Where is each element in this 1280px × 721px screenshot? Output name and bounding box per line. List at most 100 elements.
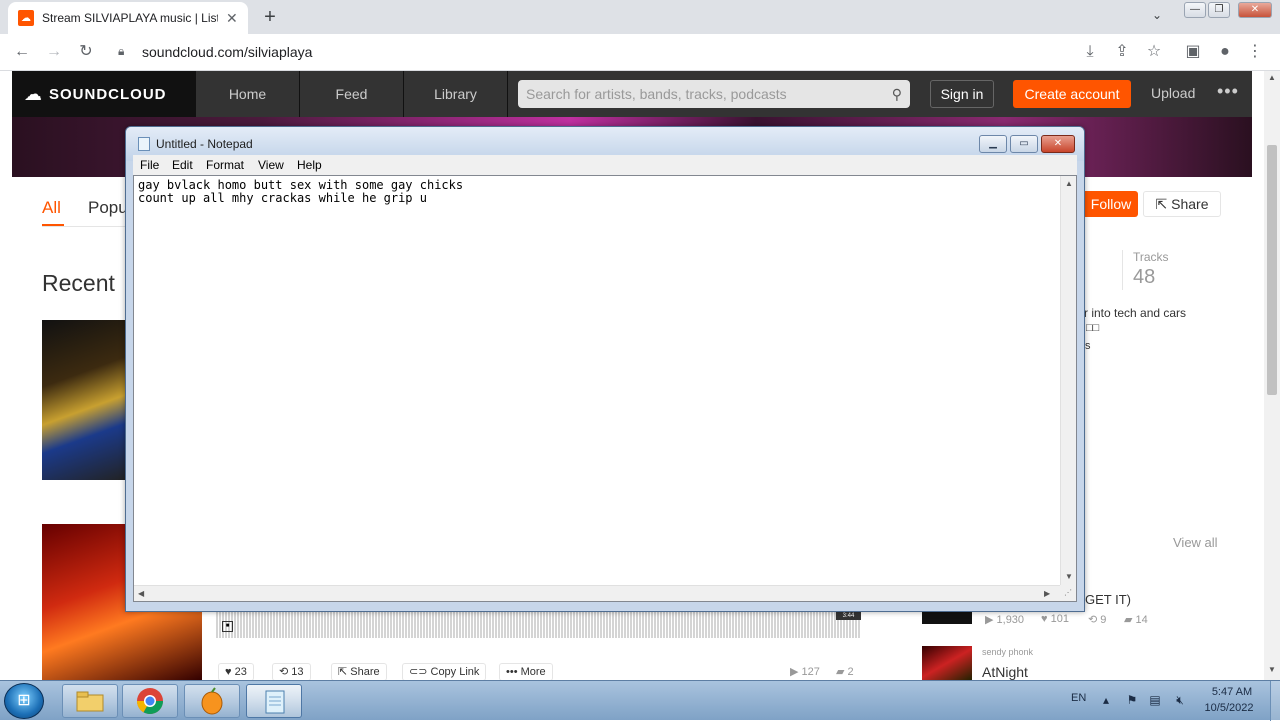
- side-track-comments: ▰ 14: [1124, 613, 1148, 626]
- side-track-title[interactable]: GET IT): [1085, 592, 1131, 607]
- show-desktop-button[interactable]: [1270, 681, 1280, 721]
- sidepanel-icon[interactable]: ▣: [1183, 42, 1203, 62]
- chrome-logo-icon: [136, 688, 164, 715]
- network-icon[interactable]: ▤: [1147, 692, 1163, 708]
- restore-button[interactable]: ❐: [1208, 2, 1230, 18]
- like-button[interactable]: ♥ 23: [218, 663, 254, 681]
- close-window-button[interactable]: ✕: [1238, 2, 1272, 18]
- start-button[interactable]: ⊞: [4, 683, 44, 719]
- fl-studio-icon[interactable]: [184, 684, 240, 718]
- nav-home[interactable]: Home: [196, 71, 300, 117]
- copy-link-button[interactable]: ⊂⊃ Copy Link: [402, 663, 487, 681]
- forward-icon[interactable]: →: [44, 42, 64, 62]
- lock-icon[interactable]: 🔒︎: [118, 44, 124, 59]
- menu-file[interactable]: File: [140, 158, 159, 172]
- side-track-reposts: ⟲ 9: [1088, 613, 1106, 626]
- tracks-count[interactable]: 48: [1133, 266, 1155, 289]
- repost-button[interactable]: ⟲ 13: [272, 663, 311, 681]
- tab-close-icon[interactable]: ✕: [226, 10, 238, 27]
- minimize-button[interactable]: —: [1184, 2, 1206, 18]
- action-center-icon[interactable]: ⚑: [1124, 692, 1140, 708]
- volume-muted-icon[interactable]: 🔇︎: [1172, 692, 1188, 708]
- nav-library[interactable]: Library: [404, 71, 508, 117]
- taskbar: ⊞ EN ▴ ⚑ ▤ 🔇︎ 5:47 AM 10/5/2022: [0, 680, 1280, 721]
- upload-link[interactable]: Upload: [1151, 85, 1195, 101]
- menu-icon[interactable]: ⋮: [1245, 42, 1265, 62]
- scroll-left-icon[interactable]: ◀: [138, 589, 144, 598]
- share-label: Share: [1171, 196, 1209, 212]
- more-button[interactable]: ••• More: [499, 663, 553, 681]
- vertical-scrollbar[interactable]: ▲ ▼: [1060, 176, 1076, 586]
- scrollbar-thumb[interactable]: [1267, 145, 1277, 395]
- tab-all[interactable]: All: [42, 198, 61, 218]
- clock-time[interactable]: 5:47 AM: [1200, 686, 1264, 698]
- text-content[interactable]: gay bvlack homo butt sex with some gay c…: [138, 179, 463, 205]
- search-icon[interactable]: ⚲: [892, 80, 902, 108]
- download-icon[interactable]: ⤓: [1080, 42, 1100, 62]
- star-icon[interactable]: ☆: [1144, 42, 1164, 62]
- language-indicator[interactable]: EN: [1071, 692, 1086, 704]
- tab-title: Stream SILVIAPLAYA music | Liste: [42, 11, 218, 25]
- nav-feed[interactable]: Feed: [300, 71, 404, 117]
- browser-tab[interactable]: ☁ Stream SILVIAPLAYA music | Liste ✕: [8, 2, 248, 34]
- notepad-window[interactable]: Untitled - Notepad ▁ ▭ ✕ File Edit Forma…: [125, 126, 1085, 612]
- share-button[interactable]: ⇱ Share: [1143, 191, 1221, 217]
- share-icon[interactable]: ⇪: [1112, 42, 1132, 62]
- view-all-link[interactable]: View all: [1173, 535, 1218, 550]
- tab-search-chevron-icon[interactable]: ⌄: [1152, 8, 1162, 22]
- heart-icon: ♥: [225, 666, 235, 678]
- sign-in-button[interactable]: Sign in: [930, 80, 994, 108]
- fruit-icon: [201, 687, 223, 715]
- waveform-play-icon[interactable]: ■: [222, 621, 233, 632]
- share-icon: ⇱: [338, 666, 351, 678]
- scroll-right-icon[interactable]: ▶: [1044, 589, 1050, 598]
- copy-link-label: Copy Link: [430, 666, 480, 678]
- follow-button[interactable]: Follow: [1084, 191, 1138, 217]
- text-area[interactable]: gay bvlack homo butt sex with some gay c…: [133, 175, 1077, 602]
- menu-edit[interactable]: Edit: [172, 158, 193, 172]
- horizontal-scrollbar[interactable]: ◀ ▶: [134, 585, 1060, 601]
- plays-count: 127: [801, 666, 820, 678]
- maximize-button[interactable]: ▭: [1010, 135, 1038, 153]
- link-icon: ⊂⊃: [409, 666, 431, 678]
- bio-line: s: [1085, 340, 1091, 352]
- create-account-button[interactable]: Create account: [1013, 80, 1131, 108]
- search-input[interactable]: Search for artists, bands, tracks, podca…: [518, 80, 910, 108]
- like-count: 23: [234, 666, 247, 678]
- explorer-icon[interactable]: [62, 684, 118, 718]
- bio-line: □□: [1086, 322, 1100, 334]
- address-bar[interactable]: soundcloud.com/silviaplaya: [142, 44, 312, 60]
- comments-count: 14: [1135, 614, 1148, 626]
- browser-tab-strip: ☁ Stream SILVIAPLAYA music | Liste ✕ + ⌄…: [0, 0, 1280, 34]
- scroll-down-icon[interactable]: ▼: [1268, 665, 1276, 674]
- side-track-title[interactable]: AtNight: [982, 664, 1028, 680]
- new-tab-button[interactable]: +: [258, 6, 282, 29]
- resize-grip-icon[interactable]: ⋰: [1060, 585, 1076, 601]
- minimize-button[interactable]: ▁: [979, 135, 1007, 153]
- close-button[interactable]: ✕: [1041, 135, 1075, 153]
- chrome-icon[interactable]: [122, 684, 178, 718]
- menu-view[interactable]: View: [258, 158, 284, 172]
- clock-date[interactable]: 10/5/2022: [1197, 702, 1261, 714]
- profile-icon[interactable]: ●: [1215, 42, 1235, 62]
- tab-popular[interactable]: Popu: [88, 198, 128, 218]
- more-options-icon[interactable]: •••: [1217, 81, 1239, 102]
- soundcloud-logo[interactable]: ☁ SOUNDCLOUD: [12, 71, 196, 117]
- page-scrollbar[interactable]: ▲ ▼: [1264, 71, 1280, 680]
- back-icon[interactable]: ←: [12, 42, 32, 62]
- menu-format[interactable]: Format: [206, 158, 244, 172]
- repost-icon: ⟲: [1088, 614, 1101, 626]
- menu-help[interactable]: Help: [297, 158, 322, 172]
- reload-icon[interactable]: ↻: [76, 42, 96, 62]
- notepad-icon[interactable]: [246, 684, 302, 718]
- scroll-up-icon[interactable]: ▲: [1268, 73, 1276, 82]
- track-artwork-1[interactable]: [42, 320, 128, 480]
- comments-count: 2: [847, 666, 854, 678]
- scroll-down-icon[interactable]: ▼: [1065, 572, 1073, 581]
- side-track-artwork[interactable]: [922, 646, 972, 680]
- track-share-button[interactable]: ⇱ Share: [331, 663, 387, 681]
- waveform[interactable]: [216, 612, 861, 638]
- scroll-up-icon[interactable]: ▲: [1065, 179, 1073, 188]
- show-hidden-icons-icon[interactable]: ▴: [1098, 692, 1114, 708]
- side-track-user[interactable]: sendy phonk: [982, 647, 1033, 657]
